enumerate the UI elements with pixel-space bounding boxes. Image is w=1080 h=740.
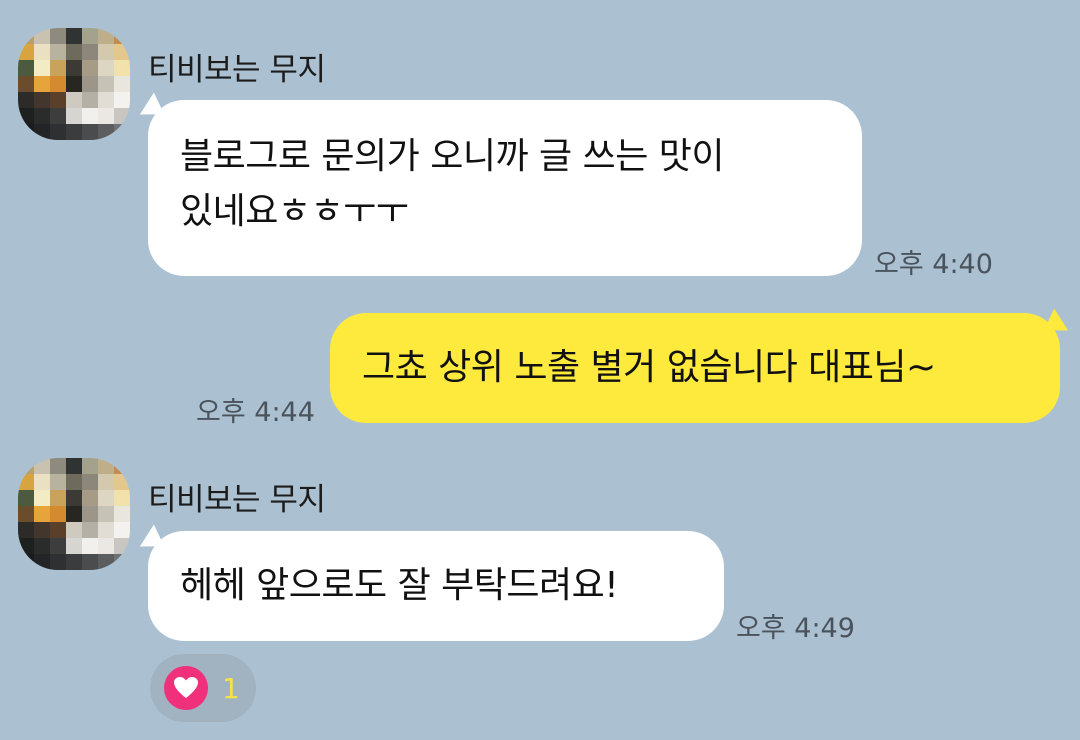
message-text-line: 있네요ㅎㅎㅜㅜ: [180, 191, 409, 232]
message-text-line: 블로그로 문의가 오니까 글 쓰는 맛이: [180, 136, 725, 177]
reaction-badge[interactable]: 1: [150, 654, 256, 722]
sender-name: 티비보는 무지: [148, 52, 326, 88]
message-bubble[interactable]: 블로그로 문의가 오니까 글 쓰는 맛이 있네요ㅎㅎㅜㅜ: [148, 100, 862, 276]
sender-name: 티비보는 무지: [148, 482, 326, 518]
heart-icon: [164, 666, 208, 710]
message-timestamp: 오후 4:49: [736, 613, 855, 644]
message-bubble[interactable]: 그쵸 상위 노출 별거 없습니다 대표님~: [330, 313, 1060, 423]
avatar[interactable]: [18, 28, 130, 140]
avatar[interactable]: [18, 458, 130, 570]
message-text: 헤헤 앞으로도 잘 부탁드려요!: [180, 565, 619, 606]
message-timestamp: 오후 4:40: [874, 249, 993, 280]
message-timestamp: 오후 4:44: [196, 397, 315, 428]
message-bubble[interactable]: 헤헤 앞으로도 잘 부탁드려요!: [148, 531, 724, 641]
message-text: 그쵸 상위 노출 별거 없습니다 대표님~: [362, 347, 936, 388]
reaction-count: 1: [222, 671, 240, 705]
